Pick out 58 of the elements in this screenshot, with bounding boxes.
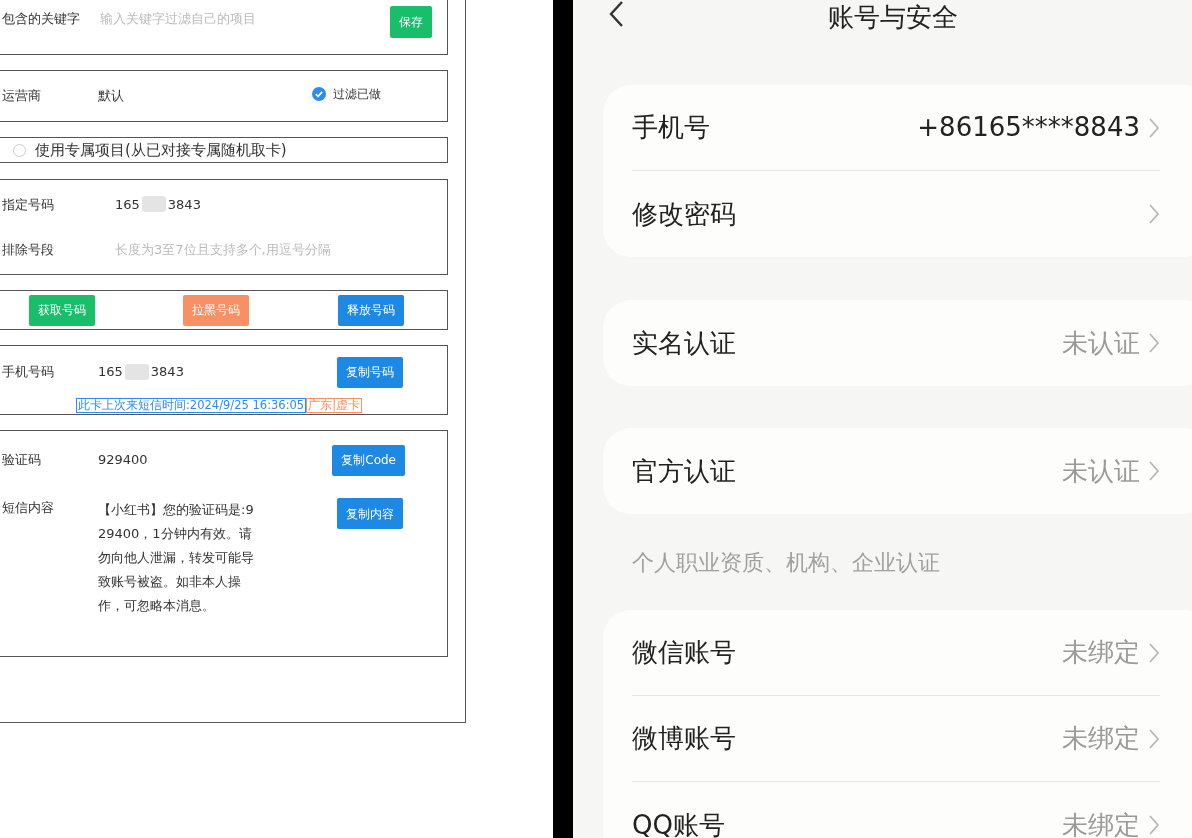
code-value: 929400 (98, 451, 148, 470)
row-value: 未认证 (1062, 454, 1140, 488)
carrier-value: 默认 (98, 87, 125, 106)
keyword-input[interactable]: 输入关键字过滤自己的项目 (100, 9, 380, 29)
action-button[interactable]: 复制Code (332, 444, 405, 476)
chevron-right-icon (1148, 203, 1160, 225)
chevron-right-icon (1148, 332, 1160, 354)
row-label: QQ账号 (632, 808, 726, 838)
action-button[interactable]: 复制内容 (337, 498, 403, 529)
exclude-label: 排除号段 (2, 241, 55, 259)
settings-row[interactable]: 官方认证 未认证 (632, 428, 1160, 514)
carrier-label: 运营商 (2, 87, 42, 106)
back-icon[interactable] (607, 0, 625, 28)
chevron-right-icon (1148, 727, 1160, 750)
sms-content: 【小红书】您的验证码是:929400，1分钟内有效。请勿向他人泄漏，转发可能导致账号被盗。如非本人操作，可忽略本消息。 (98, 501, 255, 615)
row-label: 手机号 (632, 111, 711, 144)
row-value: 未认证 (1062, 326, 1140, 360)
phone-label: 手机号码 (2, 363, 55, 382)
filter-label: 过滤已做 (333, 86, 381, 103)
content-label: 短信内容 (2, 499, 55, 517)
row-label: 官方认证 (632, 454, 737, 488)
code-label: 验证码 (2, 451, 42, 470)
chevron-right-icon (1148, 460, 1160, 482)
row-value: 未绑定 (1062, 636, 1140, 669)
filter-checkbox[interactable]: 过滤已做 (312, 85, 381, 103)
number-start: 165 (98, 363, 123, 382)
number-start: 165 (115, 195, 140, 214)
row-label: 微博账号 (632, 722, 737, 755)
row-value: 未绑定 (1062, 808, 1140, 838)
row-value: 未绑定 (1062, 722, 1140, 755)
chevron-right-icon (1148, 641, 1160, 664)
page-title: 账号与安全 (827, 0, 958, 34)
action-button[interactable]: 复制号码 (337, 356, 403, 388)
chevron-right-icon (1148, 116, 1160, 139)
specified-number-label: 指定号码 (2, 195, 55, 214)
exclude-input[interactable]: 长度为3至7位且支持多个,用逗号分隔 (115, 240, 415, 260)
settings-row[interactable]: 修改密码 (632, 171, 1160, 257)
settings-row[interactable]: QQ账号 未绑定 (632, 782, 1160, 838)
settings-row[interactable]: 微信账号 未绑定 (632, 610, 1160, 696)
chevron-right-icon (1148, 814, 1160, 836)
settings-row[interactable]: 微博账号 未绑定 (632, 696, 1160, 782)
redaction-blur (141, 196, 166, 213)
number-end: 3843 (167, 195, 201, 214)
redaction-blur (124, 364, 149, 380)
last-sms-time: 此卡上次来短信时间:2024/9/25 16:36:05 (76, 398, 307, 413)
row-label: 微信账号 (632, 636, 737, 669)
row-value: +86165****8843 (917, 111, 1140, 144)
action-button[interactable]: 释放号码 (338, 294, 404, 326)
row-label: 修改密码 (632, 197, 737, 231)
settings-row[interactable]: 实名认证 未认证 (632, 300, 1160, 386)
keyword-label: 包含的关键字 (2, 10, 81, 28)
number-end: 3843 (150, 363, 184, 382)
check-circle-icon (312, 87, 326, 101)
row-label: 实名认证 (632, 326, 737, 360)
exclusive-label: 使用专属项目(从已对接专属随机取卡) (35, 139, 287, 161)
settings-row[interactable]: 手机号 +86165****8843 (632, 85, 1160, 171)
card-note: 个人职业资质、机构、企业认证 (632, 548, 940, 577)
region-tag: 广东|虚卡 (306, 398, 363, 413)
